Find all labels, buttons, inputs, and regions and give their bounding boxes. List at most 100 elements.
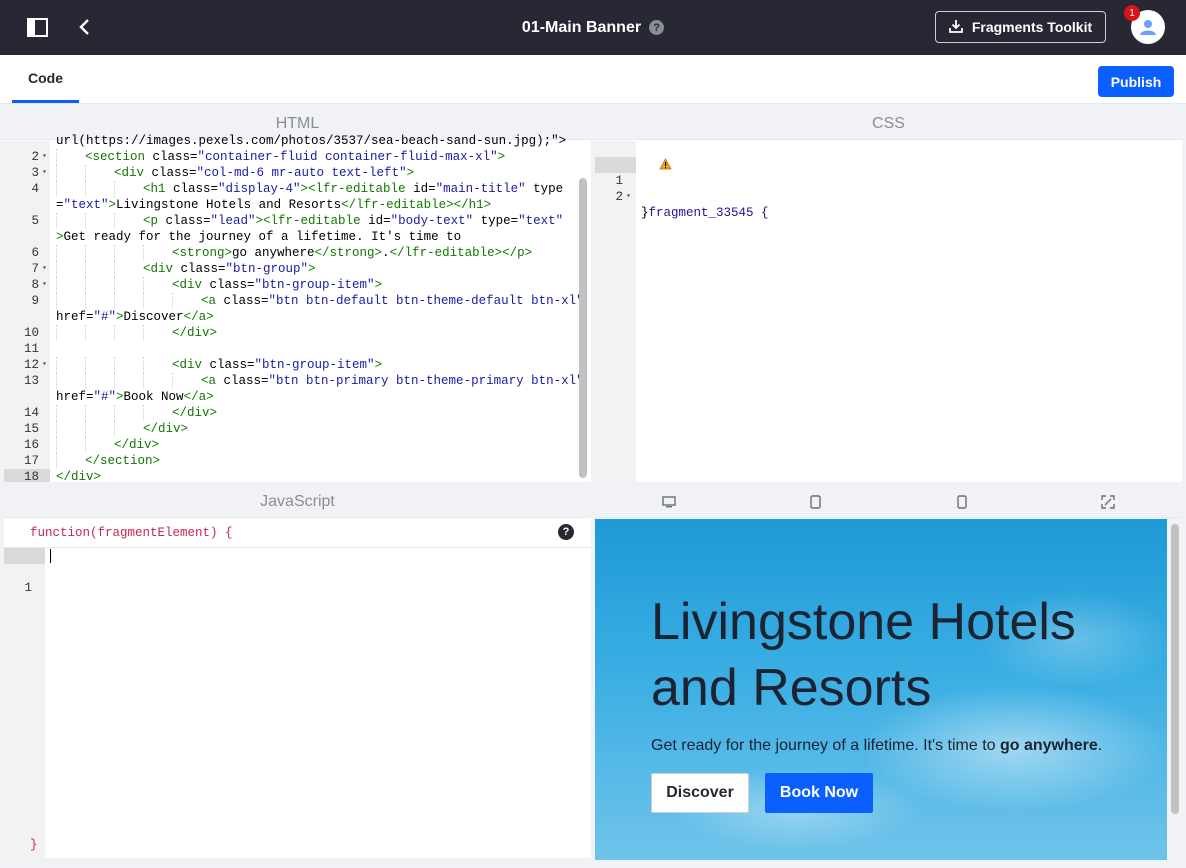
fold-arrow-icon[interactable]: ▾ <box>42 357 47 373</box>
css-code-editor[interactable]: 1 ▾ .fragment_33545 { 2 } <box>595 141 1182 482</box>
lead-end-text: . <box>1097 737 1103 754</box>
fold-arrow-icon[interactable]: ▾ <box>42 149 47 165</box>
code-token: class= <box>145 150 198 164</box>
code-token: > <box>374 358 383 372</box>
line-number: 13 <box>23 374 39 388</box>
desktop-viewport-icon[interactable] <box>661 494 677 510</box>
code-line: >Get ready for the journey of a lifetime… <box>4 229 591 245</box>
preview-scrollbar[interactable] <box>1171 524 1179 814</box>
banner-preview: Livingstone Hotels and Resorts Get ready… <box>595 519 1167 860</box>
code-token: "body-text" <box>390 214 474 228</box>
indent-guide <box>114 421 115 437</box>
code-token: "btn-group-item" <box>254 358 375 372</box>
line-number: 8 <box>31 278 39 292</box>
help-icon[interactable]: ? <box>558 524 574 540</box>
code-token: class= <box>216 374 269 388</box>
code-token: > <box>308 262 316 276</box>
indent-guide <box>56 245 57 261</box>
back-arrow-icon[interactable] <box>72 14 98 40</box>
indent-guide <box>56 277 57 293</box>
code-text: } <box>641 206 649 220</box>
indent-guide <box>114 373 115 389</box>
code-token: . <box>382 246 390 260</box>
indent-guide <box>56 261 57 277</box>
code-line: 6 <strong>go anywhere</strong>.</lfr-edit… <box>4 245 591 261</box>
page-title: 01-Main Banner <box>521 18 642 36</box>
code-token: "#" <box>93 390 117 404</box>
css-selector: .fragment_33545 { <box>641 206 769 220</box>
js-signature-bar: function(fragmentElement) { ? <box>4 519 591 548</box>
code-line: 5 <p class="lead"><lfr-editable id="body-… <box>4 213 591 229</box>
indent-guide <box>114 261 115 277</box>
tab-code[interactable]: Code <box>12 55 79 103</box>
js-code-editor[interactable]: 1 <box>4 548 591 858</box>
code-token: "display-4" <box>218 182 301 196</box>
tablet-landscape-icon[interactable] <box>807 494 823 510</box>
html-scrollbar[interactable] <box>579 178 587 478</box>
code-text: <h1 class="display-4"><lfr-editable id="… <box>143 181 563 197</box>
code-token: Discover <box>123 310 184 324</box>
code-line: 2 ▾ <section class="container-fluid contai… <box>4 149 591 165</box>
help-icon[interactable]: ? <box>649 20 665 35</box>
code-token: </lfr-editable></h1> <box>341 198 492 212</box>
lead-strong-text: go anywhere <box>999 737 1098 754</box>
hero-lead-text: Get ready for the journey of a lifetime.… <box>651 737 1102 755</box>
indent-guide <box>143 293 144 309</box>
code-line: 17 </section> <box>4 453 591 469</box>
book-now-button[interactable]: Book Now <box>765 773 873 813</box>
indent-guide <box>172 293 173 309</box>
indent-guide <box>56 373 57 389</box>
code-token: Get ready for the journey of a lifetime.… <box>63 230 462 244</box>
code-token: go anywhere <box>232 246 315 260</box>
indent-guide <box>172 373 173 389</box>
indent-guide <box>85 325 86 341</box>
indent-guide <box>56 325 57 341</box>
indent-guide <box>85 245 86 261</box>
code-line: 1 ▾ .fragment_33545 { <box>595 141 1182 220</box>
code-token: </a> <box>183 390 214 404</box>
code-token: = <box>56 198 64 212</box>
fold-arrow-icon[interactable]: ▾ <box>42 261 47 277</box>
sidebar-toggle-icon[interactable] <box>24 14 50 40</box>
fold-arrow-icon[interactable]: ▾ <box>42 277 47 293</box>
code-text: url(https://images.pexels.com/photos/353… <box>56 133 566 149</box>
publish-button[interactable]: Publish <box>1098 66 1174 97</box>
line-number: 7 <box>31 262 39 276</box>
indent-guide <box>114 181 115 197</box>
indent-guide <box>56 421 57 437</box>
line-number: 16 <box>23 438 39 452</box>
user-icon <box>1140 20 1156 35</box>
code-line: 9 <a class="btn btn-default btn-theme-def… <box>4 293 591 309</box>
indent-guide <box>143 277 144 293</box>
fragments-toolkit-button[interactable]: Fragments Toolkit <box>935 11 1106 43</box>
lead-text: Get ready for the journey of a lifetime.… <box>651 737 1000 754</box>
indent-guide <box>85 277 86 293</box>
indent-guide <box>114 277 115 293</box>
code-text: .fragment_33545 { <box>641 205 769 221</box>
indent-guide <box>56 293 57 309</box>
code-token: </div> <box>56 470 102 482</box>
custom-viewport-icon[interactable] <box>1100 494 1116 510</box>
code-token: url(https://images.pexels.com/photos/353… <box>56 134 567 148</box>
code-text: href="#">Discover</a> <box>56 309 214 325</box>
indent-guide <box>56 405 57 421</box>
discover-button[interactable]: Discover <box>651 773 749 813</box>
code-token: href= <box>56 390 94 404</box>
code-line: 1 <box>4 548 591 595</box>
code-line: 18 </div> <box>4 469 591 482</box>
indent-guide <box>85 405 86 421</box>
indent-guide <box>85 437 86 453</box>
fold-arrow-icon[interactable]: ▾ <box>42 165 47 181</box>
code-text: </div> <box>56 469 101 482</box>
code-line: 13 <a class="btn btn-primary btn-theme-pr… <box>4 373 591 389</box>
code-token: "text" <box>63 198 109 212</box>
mobile-viewport-icon[interactable] <box>954 494 970 510</box>
line-number: 14 <box>23 406 39 420</box>
indent-guide <box>56 213 57 229</box>
code-token: > <box>497 150 506 164</box>
code-text: <div class="btn-group-item"> <box>172 357 382 373</box>
active-line-marker <box>4 548 45 564</box>
line-number: 9 <box>31 294 39 308</box>
code-token: > <box>116 310 124 324</box>
html-code-editor[interactable]: url(https://images.pexels.com/photos/353… <box>4 134 591 482</box>
